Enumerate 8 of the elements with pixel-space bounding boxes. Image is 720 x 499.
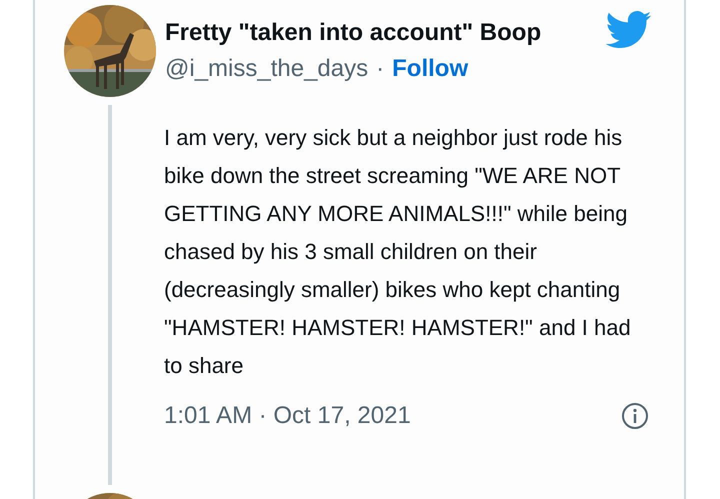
author-handle[interactable]: @i_miss_the_days [165,54,368,84]
info-icon[interactable] [621,402,649,430]
follow-link[interactable]: Follow [392,54,468,84]
tweet-text: I am very, very sick but a neighbor just rode his bike down the street screaming "WE ARE NOT GETTING ANY MORE ANIMALS!!!" while being chased by his 3 small children on their (decreasingly smaller) bikes who kept chanting "HAMSTER! HAMSTER! HAMSTER!" and I had to share [164,124,632,380]
bird-icon[interactable] [606,11,652,49]
author-name[interactable]: Fretty "taken into account" Boop [165,18,542,48]
separator: · [376,54,384,84]
timestamp-link[interactable]: 1:01 AM · Oct 17, 2021 [164,402,411,430]
